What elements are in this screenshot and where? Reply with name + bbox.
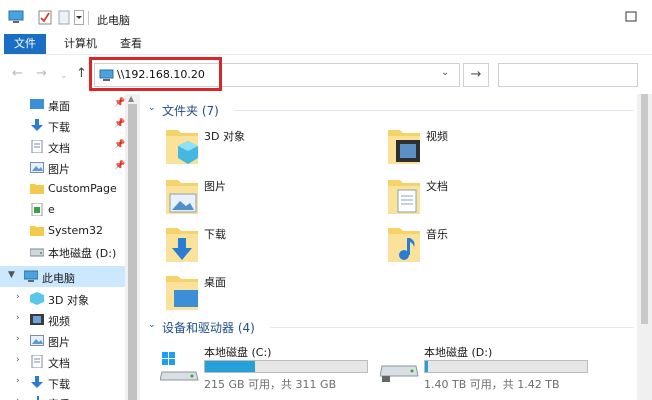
documents-folder-icon: [388, 180, 420, 214]
folder-icon: [30, 184, 44, 194]
drive-icon: [380, 365, 419, 382]
tab-view[interactable]: 查看: [120, 34, 142, 54]
new-folder-icon[interactable]: [58, 10, 70, 25]
folder-music[interactable]: 音乐: [386, 222, 586, 268]
network-computer-icon: [99, 69, 114, 81]
chevron-right-icon[interactable]: ›: [16, 292, 20, 302]
drive-usage-bar: [204, 360, 368, 373]
up-button[interactable]: ↑: [76, 66, 87, 82]
navigation-pane: 桌面 📌 下载 📌 文档 📌 图片 📌 CustomPage e System3…: [0, 94, 140, 400]
window-title: 此电脑: [97, 14, 130, 27]
chevron-right-icon[interactable]: ›: [16, 313, 20, 323]
pin-icon[interactable]: 📌: [114, 140, 125, 150]
group-divider: [234, 110, 634, 111]
nav-pane-scrollbar[interactable]: ▲: [125, 94, 140, 400]
title-bar: 此电脑: [0, 0, 652, 34]
address-input[interactable]: \\192.168.10.20: [117, 68, 205, 81]
downloads-folder-icon: [166, 228, 198, 262]
picture-icon: [30, 162, 44, 173]
title-separator: [88, 11, 89, 25]
pin-icon[interactable]: 📌: [114, 119, 125, 129]
go-button[interactable]: →: [463, 63, 489, 87]
folder-documents[interactable]: 文档: [386, 174, 586, 220]
content-scroll-thumb[interactable]: [641, 94, 648, 324]
folder-pictures[interactable]: 图片: [164, 174, 364, 220]
download-icon: [31, 119, 43, 131]
chevron-right-icon[interactable]: ›: [16, 396, 20, 400]
document-icon: [31, 355, 43, 368]
nav-item-e[interactable]: e: [0, 199, 125, 220]
music-icon: [37, 396, 39, 400]
drive-c[interactable]: 本地磁盘 (C:) 215 GB 可用，共 311 GB: [160, 344, 380, 391]
pin-icon[interactable]: 📌: [114, 98, 125, 108]
drive-usage-bar: [424, 360, 588, 373]
chevron-right-icon[interactable]: ›: [16, 355, 20, 365]
nav-item-videos[interactable]: › 视频: [0, 309, 125, 330]
green-folder-icon: [31, 203, 43, 216]
nav-item-pictures-2[interactable]: › 图片: [0, 330, 125, 351]
video-icon: [30, 314, 44, 325]
folder-downloads[interactable]: 下载: [164, 222, 364, 268]
folder-3d-objects[interactable]: 3D 对象: [164, 124, 364, 170]
drive-icon: [30, 248, 44, 257]
nav-item-music[interactable]: › 音乐: [0, 392, 125, 400]
minimize-icon[interactable]: [612, 2, 652, 32]
folder-desktop[interactable]: 桌面: [164, 270, 364, 316]
nav-item-custompage[interactable]: CustomPage: [0, 178, 125, 199]
scroll-up-icon[interactable]: ▲: [128, 94, 134, 103]
folder-icon: [30, 226, 44, 236]
document-icon: [31, 140, 43, 153]
nav-pane-scroll-thumb[interactable]: [128, 104, 137, 400]
nav-item-desktop[interactable]: 桌面 📌: [0, 94, 125, 115]
chevron-right-icon[interactable]: ›: [16, 334, 20, 344]
chevron-down-icon[interactable]: ⌄: [148, 103, 156, 113]
pictures-folder-icon: [166, 180, 198, 214]
windows-drive-icon: [160, 352, 199, 381]
nav-item-drive-d[interactable]: 本地磁盘 (D:): [0, 241, 125, 262]
computer-icon: [24, 270, 38, 282]
nav-item-documents[interactable]: 文档 📌: [0, 136, 125, 157]
explorer-window: 此电脑 文件 计算机 查看 ← → ⌄ ↑ \\192.168.10.20 ⌄ …: [0, 0, 652, 400]
nav-item-3d-objects[interactable]: › 3D 对象: [0, 288, 125, 309]
quick-access-dropdown-icon[interactable]: [74, 10, 84, 25]
chevron-down-icon[interactable]: ⌄: [148, 320, 156, 330]
desktop-icon: [30, 99, 44, 109]
pin-icon[interactable]: 📌: [114, 161, 125, 171]
group-divider: [270, 327, 634, 328]
desktop-folder-icon: [166, 276, 198, 310]
forward-button[interactable]: →: [36, 66, 47, 82]
music-folder-icon: [388, 228, 420, 262]
3d-objects-folder-icon: [166, 130, 198, 164]
video-folder-icon: [388, 130, 420, 164]
back-button[interactable]: ←: [12, 66, 23, 82]
navigation-bar: ← → ⌄ ↑ \\192.168.10.20 ⌄ →: [0, 54, 652, 94]
ribbon-tabs: 文件 计算机 查看: [0, 34, 652, 54]
nav-item-downloads-2[interactable]: › 下载: [0, 372, 125, 393]
nav-item-downloads[interactable]: 下载 📌: [0, 115, 125, 136]
chevron-right-icon[interactable]: ›: [16, 376, 20, 386]
search-input[interactable]: [498, 63, 638, 87]
computer-icon: [8, 10, 24, 23]
chevron-down-icon[interactable]: ⌄: [441, 67, 449, 78]
properties-icon[interactable]: [38, 10, 52, 25]
nav-item-this-pc[interactable]: ▼ 此电脑: [0, 266, 125, 287]
content-scrollbar[interactable]: [637, 94, 652, 400]
drive-d[interactable]: 本地磁盘 (D:) 1.40 TB 可用，共 1.42 TB: [380, 344, 600, 391]
nav-item-system32[interactable]: System32: [0, 220, 125, 241]
picture-icon: [30, 335, 44, 346]
download-icon: [31, 376, 43, 388]
chevron-down-icon[interactable]: ▼: [8, 270, 15, 280]
folder-videos[interactable]: 视频: [386, 124, 586, 170]
3d-objects-icon: [30, 292, 44, 305]
nav-item-documents-2[interactable]: › 文档: [0, 351, 125, 372]
nav-item-pictures[interactable]: 图片 📌: [0, 157, 125, 178]
recent-locations-icon[interactable]: ⌄: [60, 68, 68, 84]
tab-computer[interactable]: 计算机: [64, 34, 97, 54]
address-bar[interactable]: \\192.168.10.20 ⌄: [94, 63, 460, 87]
content-pane: ⌄ 文件夹 (7) 3D 对象 视频 图片 文档 下载 音乐 桌面 ⌄ 设备和驱…: [140, 94, 637, 400]
tab-file[interactable]: 文件: [4, 34, 46, 54]
